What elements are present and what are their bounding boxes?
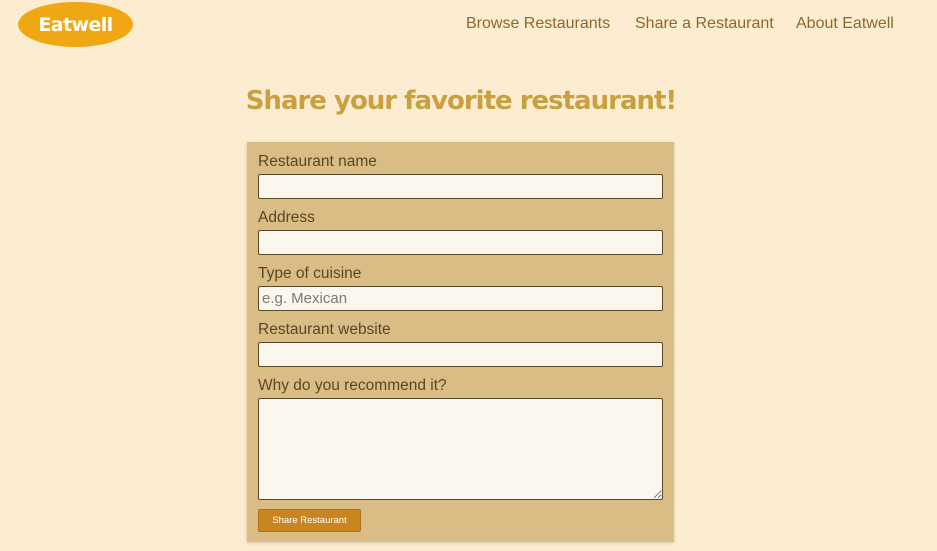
address-input[interactable] [258, 230, 663, 255]
cuisine-type-label: Type of cuisine [258, 265, 362, 282]
cuisine-type-input[interactable] [258, 286, 663, 311]
restaurant-name-label: Restaurant name [258, 153, 377, 170]
page-title: Share your favorite restaurant! [245, 86, 678, 116]
restaurant-name-input[interactable] [258, 174, 663, 199]
nav-about-eatwell[interactable]: About Eatwell [796, 14, 894, 34]
recommendation-textarea[interactable] [258, 398, 663, 500]
restaurant-website-input[interactable] [258, 342, 663, 367]
share-restaurant-button[interactable]: Share Restaurant [258, 509, 361, 532]
eatwell-logo[interactable]: Eatwell [18, 2, 133, 47]
restaurant-website-label: Restaurant website [258, 321, 391, 338]
address-label: Address [258, 209, 315, 226]
nav-browse-restaurants[interactable]: Browse Restaurants [466, 14, 610, 34]
recommendation-label: Why do you recommend it? [258, 377, 447, 394]
nav-share-restaurant[interactable]: Share a Restaurant [635, 14, 774, 34]
share-restaurant-form: Restaurant name Address Type of cuisine … [247, 142, 674, 542]
